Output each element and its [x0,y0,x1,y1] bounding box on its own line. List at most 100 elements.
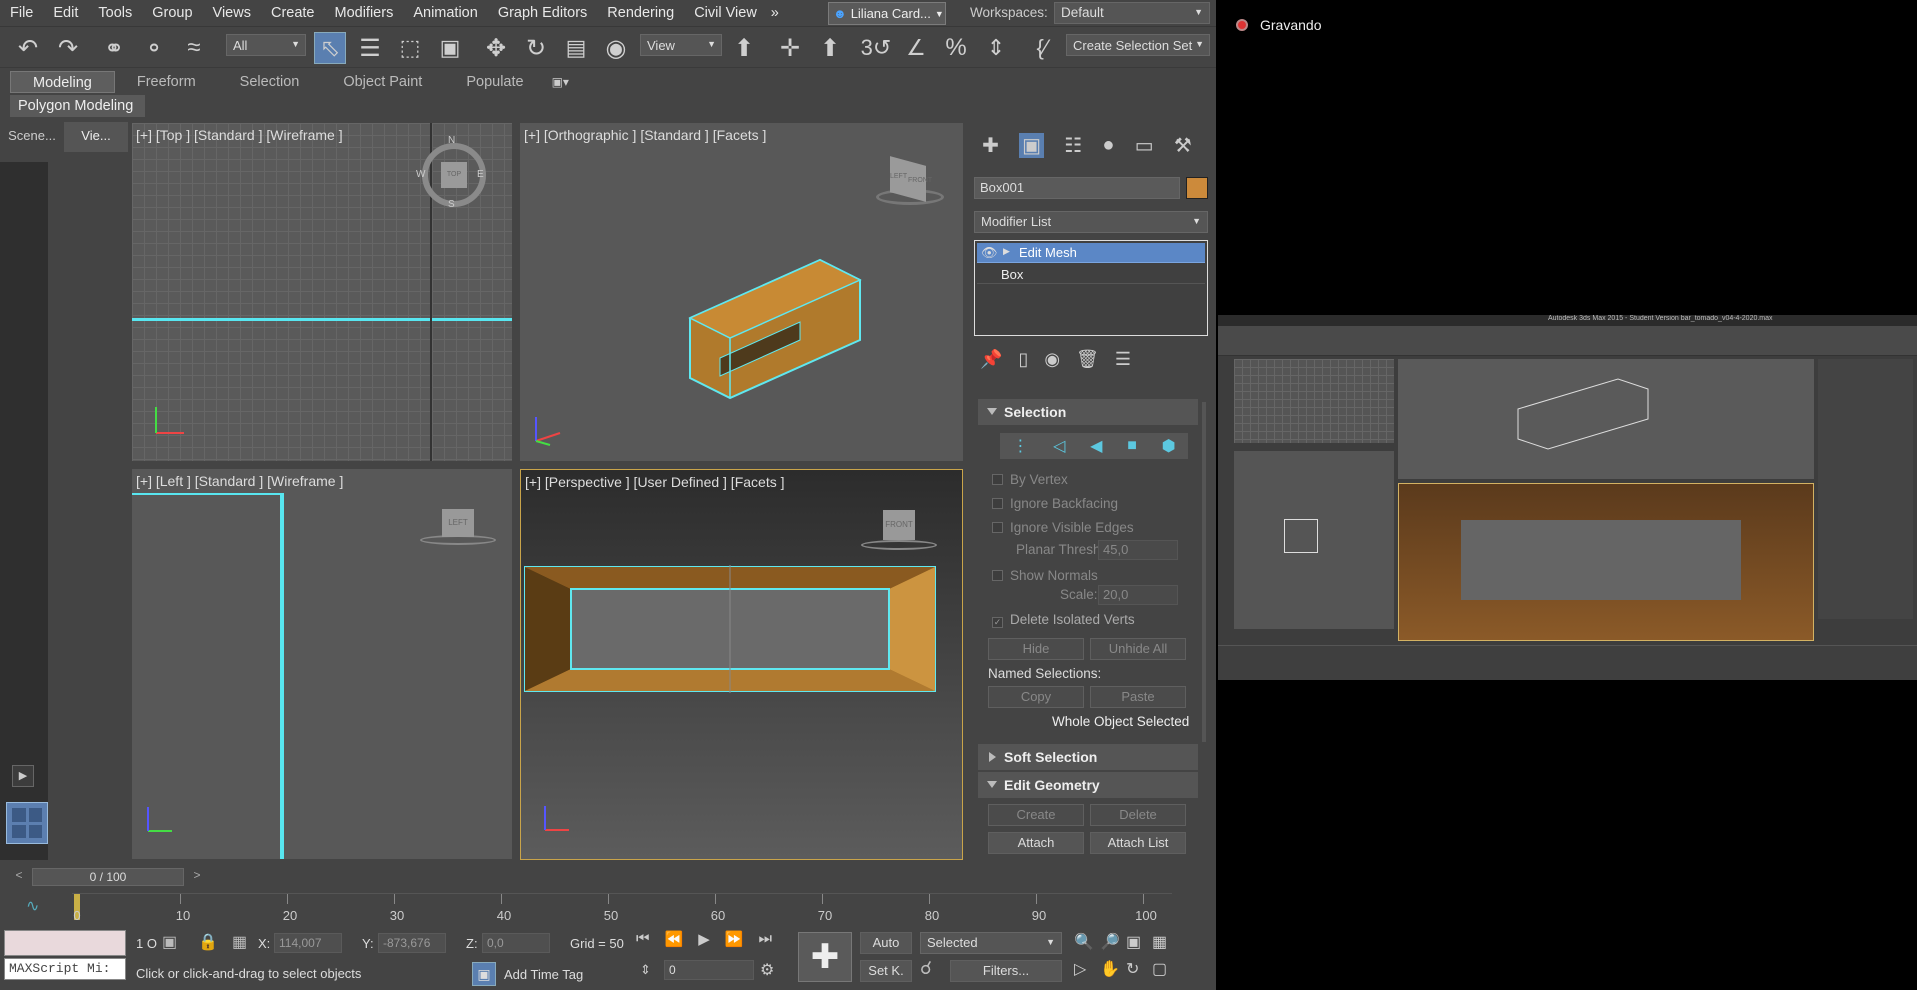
utilities-tab-icon[interactable]: ⚒ [1174,133,1192,158]
tab-object-paint[interactable]: Object Paint [321,71,444,93]
menu-overflow[interactable]: » [767,5,783,21]
object-name-field[interactable]: Box001 [974,177,1180,199]
tab-modeling[interactable]: Modeling [10,71,115,93]
tab-scene-explorer[interactable]: Scene... [0,122,64,152]
add-time-tag-button[interactable]: Add Time Tag [504,967,583,982]
rectangular-selection-icon[interactable]: ⬚ [394,32,426,64]
viewport-orthographic[interactable]: [+] [Orthographic ] [Standard ] [Facets … [520,123,963,461]
play-icon[interactable]: ▶ [698,930,710,952]
pin-stack-icon[interactable]: 📌 [980,349,1002,370]
select-manipulate-icon[interactable]: ✛ [774,32,806,64]
viewcube-left[interactable]: LEFT [420,509,500,549]
secondary-window-thumbnail[interactable]: Autodesk 3ds Max 2015 - Student Version … [1218,315,1917,680]
tab-viewport-layouts[interactable]: Vie... [64,122,128,152]
show-end-result-icon[interactable]: ▯ [1018,349,1028,370]
selection-filter-dropdown[interactable]: All ▼ [226,34,306,56]
modifier-list-dropdown[interactable]: Modifier List ▼ [974,211,1208,233]
snaps-toggle-icon[interactable]: 3↺ [860,32,892,64]
next-frame-icon[interactable]: > [188,868,206,886]
set-key-button[interactable]: Set K. [860,960,912,982]
delete-button[interactable]: Delete [1090,804,1186,826]
attach-button[interactable]: Attach [988,832,1084,854]
pivot-center-icon[interactable]: ⬆ [728,32,760,64]
viewport-left-label[interactable]: [+] [Left ] [Standard ] [Wireframe ] [136,473,343,489]
time-configuration-icon[interactable]: ⚙ [760,960,774,980]
percent-snap-icon[interactable]: % [940,32,972,64]
attach-list-button[interactable]: Attach List [1090,832,1186,854]
link-icon[interactable]: ⚭ [98,32,130,64]
prev-frame-icon[interactable]: < [10,868,28,886]
filters-button[interactable]: Filters... [950,960,1062,982]
reference-coordinate-dropdown[interactable]: View ▼ [640,34,722,56]
user-account-button[interactable]: ☻ Liliana Card... ▼ [828,2,946,25]
stack-item-edit-mesh[interactable]: 👁 ▶ Edit Mesh [977,243,1205,263]
field-of-view-icon[interactable]: ▷ [1074,959,1096,982]
make-unique-icon[interactable]: ◉ [1044,349,1060,370]
isolate-selection-icon[interactable]: ▣ [162,932,177,952]
unhide-all-button[interactable]: Unhide All [1090,638,1186,660]
orbit-icon[interactable]: ↻ [1126,959,1148,982]
goto-start-icon[interactable]: ⏮ [636,930,650,952]
x-coordinate-field[interactable]: 114,007 [274,933,342,953]
menu-views[interactable]: Views [203,5,261,21]
remove-modifier-icon[interactable]: 🗑 [1076,349,1099,370]
tab-selection[interactable]: Selection [218,71,322,93]
zoom-extents-all-icon[interactable]: ▦ [1152,932,1174,955]
time-slider[interactable]: 0 / 100 [32,868,184,886]
named-selection-sets-dropdown[interactable]: Create Selection Set ▼ [1066,34,1210,56]
unlink-icon[interactable]: ⚬ [138,32,170,64]
viewport-persp-label[interactable]: [+] [Perspective ] [User Defined ] [Face… [525,474,785,490]
viewcube-front-face[interactable]: FRONT [883,510,915,540]
viewport-ortho-label[interactable]: [+] [Orthographic ] [Standard ] [Facets … [524,127,766,143]
select-object-icon[interactable]: ⬁ [314,32,346,64]
bind-space-warp-icon[interactable]: ≈ [178,32,210,64]
place-icon[interactable]: ◉ [600,32,632,64]
motion-tab-icon[interactable]: ● [1102,134,1114,157]
goto-end-icon[interactable]: ⏭ [758,930,772,952]
rollout-selection-header[interactable]: Selection [978,399,1198,425]
ribbon-panel-polygon-modeling[interactable]: Polygon Modeling [10,95,145,117]
next-frame-icon[interactable]: ⏩ [725,930,744,952]
zoom-icon[interactable]: 🔍 [1074,932,1096,955]
delete-isolated-verts-checkbox[interactable]: ✓ Delete Isolated Verts [992,612,1135,628]
select-by-name-icon[interactable]: ☰ [354,32,386,64]
menu-group[interactable]: Group [142,5,202,21]
stack-item-box[interactable]: Box [977,264,1205,284]
angle-snap-icon[interactable]: ∠ [900,32,932,64]
object-color-swatch[interactable] [1186,177,1208,199]
viewcube-compass[interactable]: TOP N E S W [416,135,486,210]
current-frame-field[interactable]: 0 [664,960,754,980]
workspaces-select[interactable]: Default ▼ [1054,2,1210,24]
hide-button[interactable]: Hide [988,638,1084,660]
viewport-left[interactable]: [+] [Left ] [Standard ] [Wireframe ] LEF… [132,469,512,859]
menu-civil-view[interactable]: Civil View [684,5,767,21]
expand-arrow-icon[interactable]: ▶ [12,765,34,787]
time-tag-icon[interactable]: ▣ [472,962,496,986]
command-panel-scrollbar[interactable] [1202,402,1206,742]
expand-arrow-icon[interactable]: ▶ [1003,246,1010,257]
edit-named-selection-icon[interactable]: {⁄ [1026,32,1058,64]
polygon-mode-icon[interactable]: ■ [1127,437,1137,455]
rotate-icon[interactable]: ↻ [520,32,552,64]
configure-modifier-sets-icon[interactable]: ☰ [1115,349,1131,370]
copy-button[interactable]: Copy [988,686,1084,708]
zoom-extents-icon[interactable]: ▣ [1126,932,1148,955]
tab-freeform[interactable]: Freeform [115,71,218,93]
key-mode-toggle-icon[interactable]: ⇕ [640,962,651,978]
menu-tools[interactable]: Tools [88,5,142,21]
menu-file[interactable]: File [0,5,43,21]
layout-four-viewports-icon[interactable] [6,802,48,844]
create-tab-icon[interactable]: ✚ [982,133,999,158]
absolute-mode-icon[interactable]: ▦ [232,932,247,952]
rollout-soft-selection-header[interactable]: Soft Selection [978,744,1198,770]
menu-create[interactable]: Create [261,5,325,21]
scale-spinner[interactable]: 20,0 [1098,585,1178,605]
menu-edit[interactable]: Edit [43,5,88,21]
box-object-orthographic[interactable] [660,218,880,418]
menu-modifiers[interactable]: Modifiers [325,5,404,21]
maxscript-mini-listener[interactable]: MAXScript Mi: [4,958,126,980]
pan-icon[interactable]: ✋ [1100,959,1122,982]
scale-icon[interactable]: ▤ [560,32,592,64]
selection-lock-icon[interactable]: 🔒 [198,932,218,952]
menu-animation[interactable]: Animation [403,5,487,21]
